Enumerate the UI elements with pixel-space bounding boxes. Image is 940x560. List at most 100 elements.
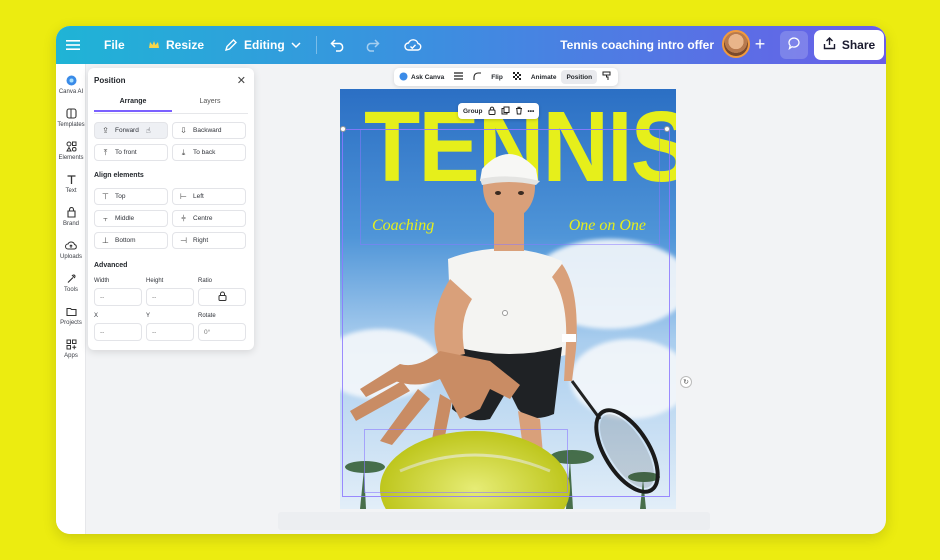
rotate-handle[interactable]: ↻ [680, 376, 692, 388]
position-panel: Position ✕ Arrange Layers ⇪ Forward ☝ ⇩ … [88, 68, 254, 350]
align-bottom-button[interactable]: ⊥ Bottom [94, 232, 168, 249]
x-input[interactable]: -- [94, 323, 142, 341]
more-options-icon[interactable]: ••• [528, 108, 535, 115]
forward-button[interactable]: ⇪ Forward ☝ [94, 122, 168, 139]
rail-item-projects[interactable]: Projects [56, 303, 86, 333]
save-status-button[interactable] [404, 26, 422, 64]
position-button[interactable]: Position [561, 70, 598, 84]
ratio-label: Ratio [198, 278, 213, 284]
share-label: Share [841, 38, 876, 52]
add-collaborator-button[interactable]: + [748, 32, 772, 56]
ask-canva-button[interactable]: Ask Canva [394, 68, 449, 86]
rotate-label: Rotate [198, 313, 216, 319]
ratio-lock-button[interactable] [198, 288, 246, 306]
brand-icon [65, 206, 77, 218]
line-style-button[interactable] [449, 68, 468, 86]
align-right-icon: ⊣ [180, 236, 187, 245]
to-back-label: To back [193, 149, 216, 156]
rail-item-apps[interactable]: Apps [56, 336, 86, 366]
resize-handle[interactable] [340, 126, 346, 132]
cloud-check-icon [404, 38, 422, 52]
y-input[interactable]: -- [146, 323, 194, 341]
move-handle[interactable] [502, 310, 508, 316]
width-input[interactable]: -- [94, 288, 142, 306]
editing-mode-button[interactable]: Editing [224, 26, 301, 64]
rail-label: Text [65, 188, 77, 194]
chevron-down-icon [291, 41, 301, 49]
group-button[interactable]: Group [463, 108, 483, 115]
height-input[interactable]: -- [146, 288, 194, 306]
templates-icon [65, 107, 77, 119]
share-button[interactable]: Share [814, 30, 884, 60]
rail-item-canva-ai[interactable]: Canva AI [56, 72, 86, 102]
advanced-section-title: Advanced [94, 262, 128, 269]
duplicate-icon[interactable] [501, 106, 510, 117]
redo-button[interactable] [364, 26, 380, 64]
rail-item-uploads[interactable]: Uploads [56, 237, 86, 267]
align-left-button[interactable]: ⊢ Left [172, 188, 246, 205]
trash-icon[interactable] [515, 106, 523, 117]
height-label: Height [146, 278, 164, 284]
menu-button[interactable] [66, 26, 80, 64]
lines-icon [454, 72, 464, 82]
top-bar: File Resize Editing Tennis coaching intr… [56, 26, 886, 64]
rail-item-tools[interactable]: Tools [56, 270, 86, 300]
close-icon: ✕ [236, 75, 246, 87]
align-top-button[interactable]: ⊤ Top [94, 188, 168, 205]
align-right-label: Right [193, 237, 209, 244]
comments-button[interactable] [780, 31, 808, 59]
tab-layers[interactable]: Layers [172, 98, 248, 112]
hamburger-icon [66, 39, 80, 51]
rail-item-brand[interactable]: Brand [56, 204, 86, 234]
design-page[interactable]: TENNIS Coaching One on One Group ••• [340, 89, 676, 509]
resize-handle[interactable] [664, 126, 670, 132]
corner-icon [473, 72, 482, 82]
uploads-icon [65, 239, 77, 251]
rail-item-elements[interactable]: Elements [56, 138, 86, 168]
to-back-button[interactable]: ⤓ To back [172, 144, 246, 161]
canvas-toolbar: Ask Canva Flip Animate Position [394, 68, 618, 86]
rail-label: Uploads [59, 254, 82, 260]
lock-icon[interactable] [488, 106, 496, 117]
headline-selection-box [360, 129, 660, 245]
resize-label: Resize [166, 38, 205, 52]
align-centre-button[interactable]: ⫩ Centre [172, 210, 246, 227]
corner-rounding-button[interactable] [468, 68, 486, 86]
rotate-icon: ↻ [683, 379, 689, 386]
animate-label: Animate [530, 73, 557, 81]
rail-item-text[interactable]: Text [56, 171, 86, 201]
align-right-button[interactable]: ⊣ Right [172, 232, 246, 249]
rail-label: Canva AI [58, 89, 84, 95]
align-centre-label: Centre [193, 215, 213, 222]
position-label: Position [566, 73, 593, 81]
ask-canva-label: Ask Canva [411, 73, 445, 81]
flip-button[interactable]: Flip [486, 68, 508, 86]
tab-arrange[interactable]: Arrange [94, 98, 172, 112]
align-bottom-icon: ⊥ [102, 236, 109, 245]
tab-divider [94, 113, 248, 114]
undo-button[interactable] [330, 26, 346, 64]
align-middle-icon: ⫟ [103, 213, 108, 223]
copy-style-button[interactable] [597, 68, 616, 86]
ball-selection-box [364, 429, 568, 493]
close-panel-button[interactable]: ✕ [237, 74, 246, 87]
transparency-button[interactable] [508, 68, 526, 86]
align-middle-label: Middle [115, 215, 135, 222]
align-section-title: Align elements [94, 172, 144, 179]
user-avatar[interactable] [722, 30, 750, 58]
backward-button[interactable]: ⇩ Backward [172, 122, 246, 139]
to-front-label: To front [115, 149, 137, 156]
paint-roller-icon [602, 71, 611, 83]
canva-ai-icon [65, 74, 77, 86]
to-front-button[interactable]: ⤒ To front [94, 144, 168, 161]
rail-item-templates[interactable]: Templates [56, 105, 86, 135]
document-title[interactable]: Tennis coaching intro offer [560, 26, 714, 64]
rotate-input[interactable]: 0° [198, 323, 246, 341]
canva-ai-icon [399, 72, 408, 83]
align-middle-button[interactable]: ⫟ Middle [94, 210, 168, 227]
folder-icon [65, 305, 77, 317]
file-label: File [104, 38, 125, 52]
animate-button[interactable]: Animate [526, 68, 562, 86]
resize-button[interactable]: Resize [148, 26, 204, 64]
file-menu[interactable]: File [104, 26, 125, 64]
